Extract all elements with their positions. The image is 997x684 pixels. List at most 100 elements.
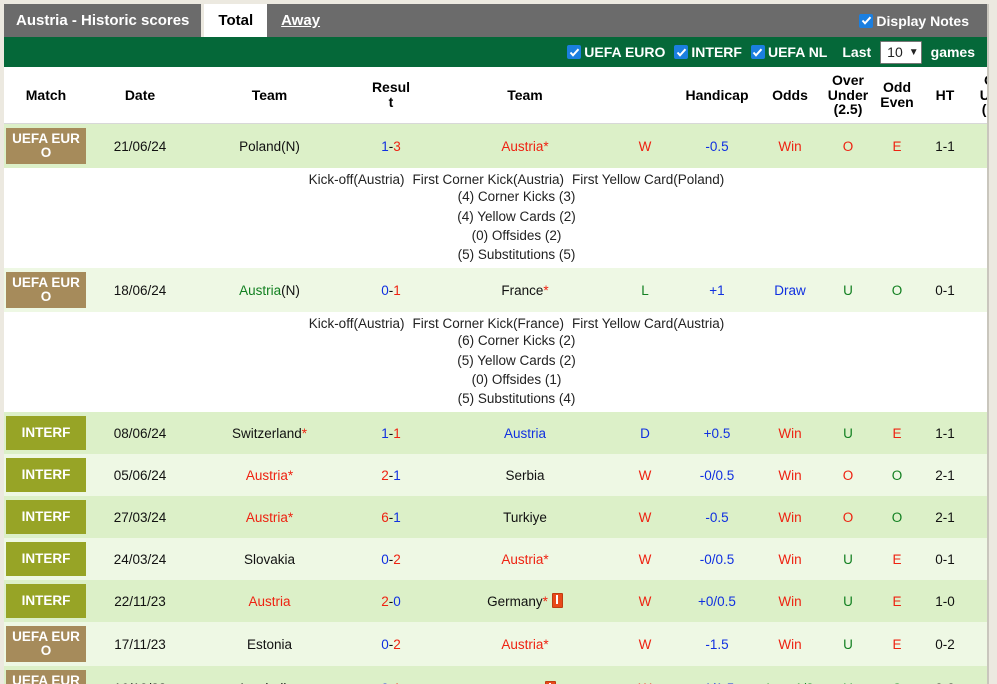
checkbox-checked-icon[interactable]	[674, 45, 688, 59]
row-result[interactable]: 0-1	[347, 666, 435, 684]
row-date: 18/06/24	[88, 268, 192, 312]
row-away-team[interactable]: France*	[435, 268, 615, 312]
display-notes-toggle[interactable]: Display Notes	[859, 4, 987, 37]
ou25-line1: Over	[832, 72, 864, 88]
score-home: 0	[381, 637, 389, 652]
row-result[interactable]: 0-2	[347, 538, 435, 580]
row-over-under-075: O	[971, 124, 989, 169]
row-odds: Win	[759, 124, 821, 169]
tab-away[interactable]: Away	[267, 4, 334, 37]
row-home-team[interactable]: Austria*	[192, 496, 347, 538]
row-win-loss: W	[615, 538, 675, 580]
row-away-team[interactable]: Austria*	[435, 666, 615, 684]
table-row[interactable]: INTERF08/06/24Switzerland*1-1AustriaD+0.…	[4, 412, 989, 454]
col-ht[interactable]: HT	[919, 67, 971, 124]
away-team-name: France	[501, 283, 543, 298]
row-over-under-25: O	[821, 454, 875, 496]
away-team-name: Austria	[501, 139, 543, 154]
table-row[interactable]: UEFA EURO17/11/23Estonia0-2Austria*W-1.5…	[4, 622, 989, 666]
checkbox-checked-icon[interactable]	[859, 14, 873, 28]
row-home-team[interactable]: Poland(N)	[192, 124, 347, 169]
row-competition-cell[interactable]: INTERF	[4, 454, 88, 496]
col-handicap[interactable]: Handicap	[675, 67, 759, 124]
filter-uefa-euro[interactable]: UEFA EURO	[567, 44, 665, 60]
row-handicap: -0.5	[675, 124, 759, 169]
row-away-team[interactable]: Serbia	[435, 454, 615, 496]
row-odd-even: O	[875, 268, 919, 312]
row-home-team[interactable]: Switzerland*	[192, 412, 347, 454]
checkbox-checked-icon[interactable]	[567, 45, 581, 59]
col-result[interactable]: Resul t	[347, 67, 435, 124]
col-match[interactable]: Match	[4, 67, 88, 124]
match-note-item: First Corner Kick(Austria)	[412, 172, 564, 187]
table-row[interactable]: INTERF27/03/24Austria*6-1TurkiyeW-0.5Win…	[4, 496, 989, 538]
row-odds: Win	[759, 496, 821, 538]
row-away-team[interactable]: Germany*	[435, 580, 615, 622]
table-row[interactable]: INTERF05/06/24Austria*2-1SerbiaW-0/0.5Wi…	[4, 454, 989, 496]
row-result[interactable]: 2-1	[347, 454, 435, 496]
col-team-away[interactable]: Team	[435, 67, 615, 124]
away-team-name: Austria	[501, 552, 543, 567]
row-result[interactable]: 6-1	[347, 496, 435, 538]
row-home-team[interactable]: Austria	[192, 580, 347, 622]
row-competition-cell[interactable]: INTERF	[4, 412, 88, 454]
filter-uefa-nl[interactable]: UEFA NL	[751, 44, 827, 60]
row-competition-cell[interactable]: INTERF	[4, 580, 88, 622]
row-result[interactable]: 0-1	[347, 268, 435, 312]
row-half-time: 0-2	[919, 622, 971, 666]
home-team-name: Austria	[239, 283, 281, 298]
row-over-under-075: O	[971, 622, 989, 666]
row-away-team[interactable]: Austria*	[435, 622, 615, 666]
row-over-under-25: U	[821, 268, 875, 312]
col-over-under-25[interactable]: Over Under (2.5)	[821, 67, 875, 124]
row-competition-cell[interactable]: INTERF	[4, 496, 88, 538]
table-row[interactable]: INTERF24/03/24Slovakia0-2Austria*W-0/0.5…	[4, 538, 989, 580]
row-competition-cell[interactable]: UEFA EURO	[4, 268, 88, 312]
match-note-item: Kick-off(Austria)	[309, 172, 405, 187]
col-over-under-075[interactable]: Over Under (0.75)	[971, 67, 989, 124]
row-competition-cell[interactable]: UEFA EURO	[4, 666, 88, 684]
filter-label-uefa-euro: UEFA EURO	[584, 44, 665, 60]
competition-badge: INTERF	[6, 416, 86, 450]
col-result-line2: t	[389, 94, 394, 110]
row-result[interactable]: 2-0	[347, 580, 435, 622]
competition-badge: INTERF	[6, 542, 86, 576]
ou075-line3: (0.75)	[982, 101, 989, 117]
col-team-home[interactable]: Team	[192, 67, 347, 124]
row-result[interactable]: 1-1	[347, 412, 435, 454]
table-row[interactable]: UEFA EURO21/06/24Poland(N)1-3Austria*W-0…	[4, 124, 989, 169]
col-result-line1: Resul	[372, 79, 410, 95]
row-date: 17/11/23	[88, 622, 192, 666]
checkbox-checked-icon[interactable]	[751, 45, 765, 59]
score-home: 6	[381, 510, 389, 525]
table-row[interactable]: UEFA EURO18/06/24Austria(N)0-1France*L+1…	[4, 268, 989, 312]
row-away-team[interactable]: Turkiye	[435, 496, 615, 538]
table-row[interactable]: UEFA EURO16/10/23Azerbaijan0-1Austria*W-…	[4, 666, 989, 684]
row-home-team[interactable]: Slovakia	[192, 538, 347, 580]
row-over-under-075: O	[971, 268, 989, 312]
last-games-select[interactable]: 10 ▼	[880, 41, 921, 64]
tab-total[interactable]: Total	[204, 4, 267, 37]
col-odds[interactable]: Odds	[759, 67, 821, 124]
row-result[interactable]: 0-2	[347, 622, 435, 666]
competition-badge: UEFA EURO	[6, 670, 86, 684]
row-odd-even: E	[875, 124, 919, 169]
col-date[interactable]: Date	[88, 67, 192, 124]
row-home-team[interactable]: Austria(N)	[192, 268, 347, 312]
row-result[interactable]: 1-3	[347, 124, 435, 169]
row-home-team[interactable]: Austria*	[192, 454, 347, 496]
row-home-team[interactable]: Estonia	[192, 622, 347, 666]
table-row[interactable]: INTERF22/11/23Austria2-0Germany*W+0/0.5W…	[4, 580, 989, 622]
home-team-star-icon: *	[288, 468, 293, 483]
row-home-team[interactable]: Azerbaijan	[192, 666, 347, 684]
row-competition-cell[interactable]: UEFA EURO	[4, 124, 88, 169]
competition-badge: INTERF	[6, 584, 86, 618]
row-away-team[interactable]: Austria	[435, 412, 615, 454]
row-competition-cell[interactable]: INTERF	[4, 538, 88, 580]
row-away-team[interactable]: Austria*	[435, 538, 615, 580]
row-away-team[interactable]: Austria*	[435, 124, 615, 169]
filter-interf[interactable]: INTERF	[674, 44, 742, 60]
row-competition-cell[interactable]: UEFA EURO	[4, 622, 88, 666]
col-odd-even[interactable]: Odd Even	[875, 67, 919, 124]
chevron-down-icon: ▼	[909, 43, 919, 62]
